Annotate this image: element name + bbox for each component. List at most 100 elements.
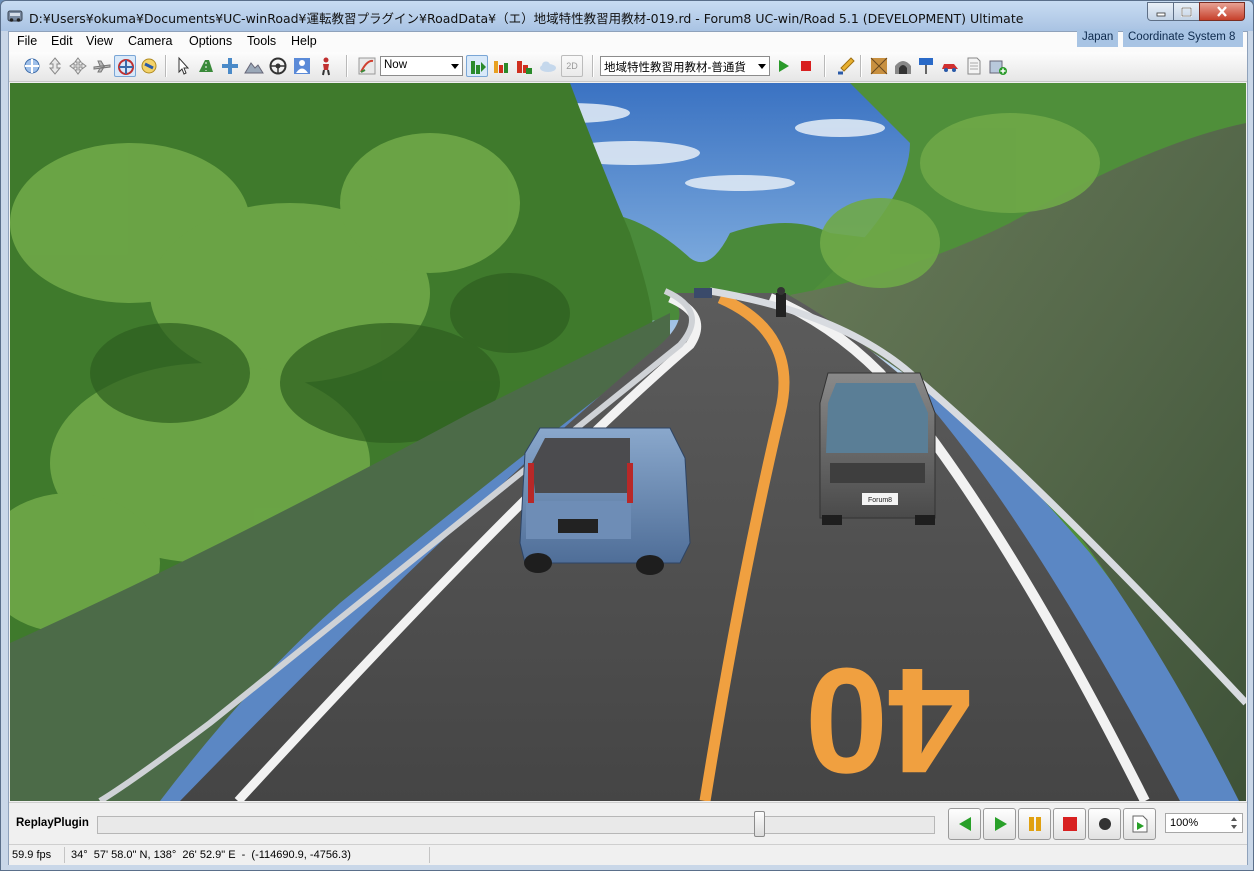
minimize-button[interactable] bbox=[1147, 2, 1174, 21]
close-button[interactable] bbox=[1199, 2, 1245, 21]
view-2d-button[interactable]: 2D bbox=[561, 55, 583, 77]
orbit-tool[interactable] bbox=[114, 55, 136, 77]
speed-marking: 40 bbox=[805, 637, 972, 801]
cloud-tool[interactable] bbox=[537, 55, 559, 77]
play-icon bbox=[994, 817, 1007, 831]
menu-edit[interactable]: Edit bbox=[51, 34, 73, 48]
pan-tool[interactable] bbox=[67, 55, 89, 77]
gradient-brush-icon bbox=[358, 57, 376, 75]
replay-timeline-thumb[interactable] bbox=[754, 811, 766, 837]
sign-tool[interactable] bbox=[915, 55, 937, 77]
record-icon bbox=[1098, 818, 1111, 830]
play-button[interactable] bbox=[983, 808, 1016, 840]
pedestrian-tool[interactable] bbox=[315, 55, 337, 77]
driver-icon bbox=[294, 58, 310, 74]
plane-icon bbox=[93, 60, 111, 73]
road-edit-tool[interactable] bbox=[195, 55, 217, 77]
stop-icon bbox=[801, 61, 811, 71]
paint-tool[interactable] bbox=[835, 55, 857, 77]
run-scenario-button[interactable] bbox=[772, 55, 794, 77]
road-scene: 40 Forum8 bbox=[10, 83, 1246, 801]
steering-tool[interactable] bbox=[267, 55, 289, 77]
application-window: D:¥Users¥okuma¥Documents¥UC-winRoad¥運転教習… bbox=[0, 0, 1254, 871]
tunnel-tool[interactable] bbox=[892, 55, 914, 77]
stop-icon bbox=[1062, 817, 1077, 831]
stop-button[interactable] bbox=[1053, 808, 1086, 840]
rotate-view-icon bbox=[24, 58, 40, 74]
intersection-tool[interactable] bbox=[219, 55, 241, 77]
chart-green-icon bbox=[471, 61, 486, 74]
grey-van: Forum8 bbox=[819, 372, 936, 525]
3d-viewport[interactable]: 40 Forum8 bbox=[10, 83, 1246, 801]
scenario-combo[interactable]: 地域特性教習用教材-普通貨 bbox=[600, 56, 770, 76]
window-title: D:¥Users¥okuma¥Documents¥UC-winRoad¥運転教習… bbox=[29, 11, 1024, 26]
traffic-stop-tool[interactable] bbox=[513, 55, 535, 77]
van-license-plate: Forum8 bbox=[868, 497, 892, 504]
pause-button[interactable] bbox=[1018, 808, 1051, 840]
document-tool[interactable] bbox=[963, 55, 985, 77]
add-model-icon bbox=[989, 60, 1007, 75]
maximize-icon bbox=[1181, 6, 1192, 17]
app-icon[interactable] bbox=[7, 8, 23, 24]
fps-readout: 59.9 fps bbox=[12, 849, 52, 861]
menu-camera[interactable]: Camera bbox=[128, 34, 172, 48]
menu-options[interactable]: Options bbox=[189, 34, 232, 48]
menu-help[interactable]: Help bbox=[291, 34, 317, 48]
traffic-green-tool[interactable] bbox=[466, 55, 488, 77]
scenario-value: 地域特性教習用教材-普通貨 bbox=[604, 62, 746, 74]
speed-marking-text: 40 bbox=[805, 637, 972, 801]
coordinate-readout: 34° 57' 58.0" N, 138° 26' 52.9" E - (-11… bbox=[71, 849, 351, 861]
pan-icon bbox=[69, 57, 87, 75]
pause-icon bbox=[1028, 817, 1041, 831]
weather-tool[interactable] bbox=[356, 55, 378, 77]
menu-tools[interactable]: Tools bbox=[247, 34, 276, 48]
tunnel-icon bbox=[895, 61, 911, 74]
spin-arrows-icon[interactable] bbox=[1229, 816, 1239, 830]
replay-timeline-track[interactable] bbox=[97, 816, 935, 834]
toolbar-separator bbox=[860, 55, 862, 77]
menu-file[interactable]: File bbox=[17, 34, 37, 48]
export-play-icon bbox=[1132, 815, 1147, 833]
drive-tool[interactable] bbox=[291, 55, 313, 77]
vehicle-icon bbox=[942, 64, 958, 72]
status-divider bbox=[64, 847, 65, 863]
texture-tool[interactable] bbox=[868, 55, 890, 77]
texture-icon bbox=[870, 57, 888, 75]
status-bar: 59.9 fps 34° 57' 58.0" N, 138° 26' 52.9"… bbox=[9, 844, 1247, 865]
traffic-stop-icon bbox=[517, 61, 532, 74]
select-tool[interactable] bbox=[172, 55, 194, 77]
zoom-spinbox[interactable]: 100% bbox=[1165, 813, 1243, 833]
walk-tool[interactable] bbox=[138, 55, 160, 77]
export-play-button[interactable] bbox=[1123, 808, 1156, 840]
zoom-value: 100% bbox=[1170, 817, 1199, 829]
replay-panel: ReplayPlugin 100% bbox=[9, 802, 1247, 844]
stop-scenario-button[interactable] bbox=[795, 55, 817, 77]
orbit-icon bbox=[118, 59, 134, 75]
bar-chart-icon bbox=[494, 61, 508, 73]
play-icon bbox=[779, 60, 789, 72]
main-toolbar: Now 2D 地域特性教習用教材-普通貨 bbox=[9, 52, 1247, 82]
menu-view[interactable]: View bbox=[86, 34, 113, 48]
title-bar[interactable]: D:¥Users¥okuma¥Documents¥UC-winRoad¥運転教習… bbox=[1, 1, 1253, 31]
time-of-day-combo[interactable]: Now bbox=[380, 56, 463, 76]
intersection-icon bbox=[222, 58, 238, 74]
move-vertical-tool[interactable] bbox=[44, 55, 66, 77]
step-back-button[interactable] bbox=[948, 808, 981, 840]
terrain-tool[interactable] bbox=[243, 55, 265, 77]
maximize-button[interactable] bbox=[1173, 2, 1200, 21]
coordinate-system-tag: Coordinate System 8 bbox=[1123, 29, 1243, 47]
blue-car bbox=[519, 427, 691, 575]
brush-icon bbox=[838, 57, 855, 75]
rotate-view-tool[interactable] bbox=[21, 55, 43, 77]
toolbar-separator bbox=[592, 55, 594, 77]
time-of-day-value: Now bbox=[384, 59, 408, 71]
region-tag: Japan bbox=[1077, 29, 1119, 47]
record-button[interactable] bbox=[1088, 808, 1121, 840]
fly-tool[interactable] bbox=[91, 55, 113, 77]
replay-plugin-label: ReplayPlugin bbox=[16, 817, 89, 829]
add-model-tool[interactable] bbox=[987, 55, 1009, 77]
chevron-down-icon bbox=[758, 64, 766, 69]
traffic-flow-tool[interactable] bbox=[490, 55, 512, 77]
vehicle-tool[interactable] bbox=[939, 55, 961, 77]
toolbar-separator bbox=[165, 55, 167, 77]
